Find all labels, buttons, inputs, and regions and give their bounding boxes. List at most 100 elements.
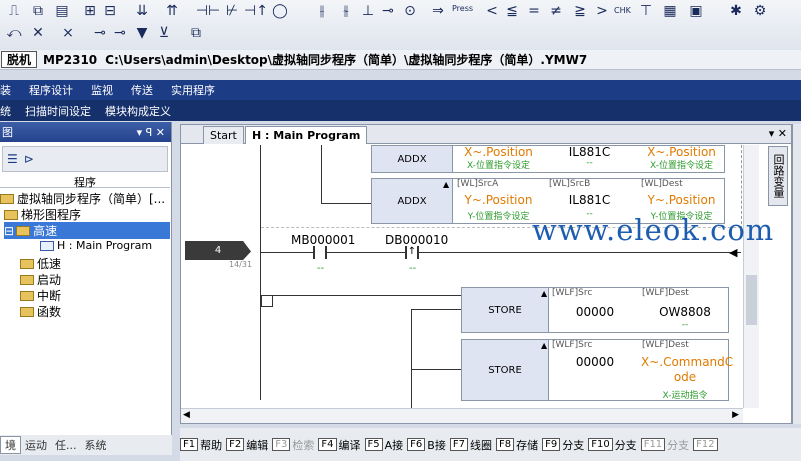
fkey-f6[interactable]: F6 B接 bbox=[407, 437, 446, 453]
settings-icon[interactable]: ⚙ bbox=[750, 1, 770, 21]
fkey-f10[interactable]: F10 分支 bbox=[588, 437, 637, 453]
rung-number[interactable]: 4 bbox=[185, 241, 251, 260]
submenu-item-2[interactable]: 模块构成定义 bbox=[98, 103, 178, 119]
trash-icon[interactable]: ✕ bbox=[28, 23, 48, 43]
less-than-icon[interactable]: < bbox=[482, 1, 502, 21]
store-src[interactable]: 00000 bbox=[551, 305, 639, 319]
bottom-tab-0[interactable]: 境 bbox=[0, 436, 21, 454]
insert-row-icon[interactable]: ⊞ bbox=[80, 1, 100, 21]
link-icon[interactable]: ⊸ bbox=[378, 1, 398, 21]
pin-icon[interactable]: ⊸ bbox=[90, 23, 110, 43]
edge-icon[interactable]: ⊥ bbox=[358, 1, 378, 21]
fkey-f8[interactable]: F8 存储 bbox=[495, 437, 538, 453]
operand-src-b[interactable]: IL881C bbox=[547, 145, 632, 159]
fkey-f11[interactable]: F11 分支 bbox=[640, 437, 689, 453]
tree-item-main-program[interactable]: H : Main Program bbox=[40, 239, 152, 252]
move-up-icon[interactable]: ⇈ bbox=[162, 1, 182, 21]
pin2-icon[interactable]: ⊸ bbox=[110, 23, 130, 43]
contact-reset-icon[interactable]: ⫳ bbox=[336, 1, 356, 21]
tab-close-icon[interactable]: ▾ ✕ bbox=[769, 127, 787, 140]
menu-item-0[interactable]: 装 bbox=[0, 82, 20, 98]
operand-src-a[interactable]: X~.Position bbox=[456, 145, 541, 159]
scroll-left-icon[interactable]: ◀ bbox=[183, 410, 190, 420]
operand-dest[interactable]: X~.Position bbox=[639, 145, 724, 159]
store-dest[interactable]: OW8808 bbox=[641, 305, 729, 319]
expand-arrow-icon[interactable]: ▲ bbox=[541, 341, 547, 350]
panel-pin-icon[interactable]: ▾ ꟼ ✕ bbox=[137, 126, 165, 139]
operand-src-a[interactable]: Y~.Position bbox=[456, 193, 541, 207]
greater-equal-icon[interactable]: ≧ bbox=[570, 1, 590, 21]
expand-arrow-icon[interactable]: ▲ bbox=[541, 289, 547, 298]
not-equal-icon[interactable]: ≠ bbox=[546, 1, 566, 21]
expand-arrow-icon[interactable]: ▲ bbox=[443, 180, 449, 189]
fkey-f12[interactable]: F12 bbox=[693, 438, 719, 451]
paste-icon[interactable]: ▤ bbox=[52, 1, 72, 21]
instruction-block-addx-1[interactable]: ADDX bbox=[371, 145, 453, 173]
tree-expand-icon[interactable]: ☰ bbox=[7, 152, 18, 166]
press-label[interactable]: Press bbox=[452, 4, 473, 13]
bottom-tab-2[interactable]: 任... bbox=[51, 437, 81, 453]
contact-b-icon[interactable]: ⊬ bbox=[222, 1, 242, 21]
menu-item-3[interactable]: 传送 bbox=[122, 82, 162, 98]
compare-icon[interactable]: ⊤ bbox=[636, 1, 656, 21]
fkey-f7[interactable]: F7 线圈 bbox=[449, 437, 492, 453]
undo-icon[interactable]: ⤺ bbox=[4, 23, 24, 43]
tree-tag-icon[interactable]: ⊳ bbox=[24, 152, 34, 166]
vertical-scrollbar[interactable] bbox=[743, 145, 759, 408]
strike-icon[interactable]: ⨯ bbox=[58, 23, 78, 43]
greater-than-icon[interactable]: > bbox=[592, 1, 612, 21]
fkey-f1[interactable]: F1 帮助 bbox=[180, 437, 222, 453]
chk-label[interactable]: CHK bbox=[614, 6, 631, 15]
tree-item-ladder[interactable]: 梯形图程序 bbox=[4, 206, 81, 223]
bottom-tab-3[interactable]: 系统 bbox=[81, 437, 111, 453]
menu-item-2[interactable]: 监视 bbox=[82, 82, 122, 98]
window-icon[interactable]: ⧉ bbox=[186, 23, 206, 43]
fkey-f3[interactable]: F3 检索 bbox=[272, 437, 314, 453]
variables-tab[interactable]: 回路变量 bbox=[768, 146, 788, 206]
tree-item-function[interactable]: 函数 bbox=[20, 303, 61, 320]
store-dest[interactable]: X~.CommandC ode bbox=[641, 355, 733, 385]
set-coil-icon[interactable]: ⊙ bbox=[400, 1, 420, 21]
tree-item-startup[interactable]: 启动 bbox=[20, 271, 61, 288]
operand-src-b[interactable]: IL881C bbox=[547, 193, 632, 207]
submenu-item-1[interactable]: 扫描时间设定 bbox=[18, 103, 98, 119]
copy-icon[interactable]: ⧉ bbox=[28, 1, 48, 21]
fkey-f9[interactable]: F9 分支 bbox=[542, 437, 584, 453]
grid-icon[interactable]: ▣ bbox=[686, 1, 706, 21]
jump-icon[interactable]: ⇒ bbox=[428, 1, 448, 21]
instruction-block-addx-2[interactable]: ADDX bbox=[371, 178, 453, 224]
move-down-icon[interactable]: ⇊ bbox=[132, 1, 152, 21]
contact-a-icon[interactable]: ⊣⊢ bbox=[196, 1, 220, 21]
coil-icon[interactable]: ◯ bbox=[270, 1, 290, 21]
fkey-f5[interactable]: F5 A接 bbox=[364, 437, 403, 453]
equal-icon[interactable]: = bbox=[524, 1, 544, 21]
tab-start[interactable]: Start bbox=[203, 126, 244, 144]
submenu-item-0[interactable]: 统 bbox=[0, 103, 18, 119]
contact-rising-2[interactable]: ↑ bbox=[405, 246, 419, 259]
contact-a-1[interactable] bbox=[313, 246, 327, 259]
menu-item-1[interactable]: 程序设计 bbox=[20, 82, 82, 98]
tree-item-low-speed[interactable]: 低速 bbox=[20, 255, 61, 272]
less-equal-icon[interactable]: ≦ bbox=[502, 1, 522, 21]
menu-item-4[interactable]: 实用程序 bbox=[162, 82, 224, 98]
marker2-icon[interactable]: ⊻ bbox=[154, 23, 174, 43]
instruction-block-store-1[interactable]: STORE bbox=[461, 287, 549, 333]
scroll-thumb[interactable] bbox=[746, 275, 757, 325]
tree-item-interrupt[interactable]: 中断 bbox=[20, 287, 61, 304]
branch-start-icon[interactable] bbox=[261, 295, 273, 307]
delete-row-icon[interactable]: ⊟ bbox=[100, 1, 120, 21]
contact-rising-icon[interactable]: ⊣↑ bbox=[244, 1, 268, 21]
bug-icon[interactable]: ✱ bbox=[726, 1, 746, 21]
horizontal-scrollbar[interactable]: ◀ ▶ bbox=[181, 408, 743, 423]
cut-icon[interactable]: ⎍ bbox=[4, 1, 24, 21]
fkey-f2[interactable]: F2 编辑 bbox=[226, 437, 268, 453]
contact-set-icon[interactable]: ⫲ bbox=[312, 1, 332, 21]
tree-item-root[interactable]: 虚拟轴同步程序（简单）[... bbox=[0, 190, 165, 207]
operand-dest[interactable]: Y~.Position bbox=[639, 193, 724, 207]
scroll-right-icon[interactable]: ▶ bbox=[732, 410, 739, 420]
instruction-block-store-2[interactable]: STORE bbox=[461, 339, 549, 401]
table-icon[interactable]: ▦ bbox=[660, 1, 680, 21]
marker-icon[interactable]: ▼ bbox=[132, 23, 152, 43]
tab-main-program[interactable]: H : Main Program bbox=[245, 126, 368, 144]
tree-item-high-speed[interactable]: ⊟ 高速 bbox=[4, 222, 170, 239]
